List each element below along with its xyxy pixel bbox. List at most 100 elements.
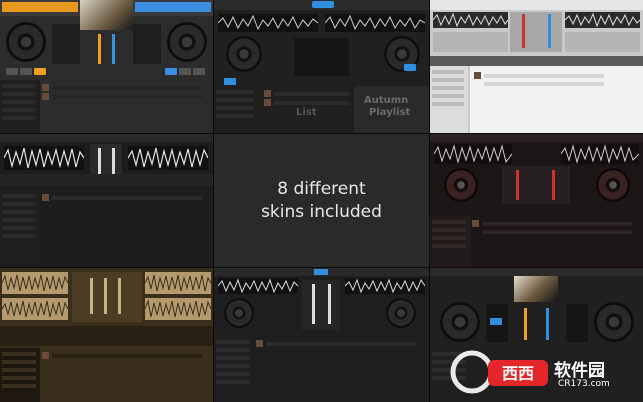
tile2-sidebar-row[interactable] — [216, 98, 254, 102]
tile1-pad-active[interactable] — [165, 68, 177, 75]
tile3-track-row[interactable] — [484, 82, 604, 86]
tile2-pad[interactable] — [224, 78, 236, 85]
tile7-sidebar-row[interactable] — [216, 348, 250, 352]
tile3-toolbar — [430, 56, 643, 66]
tile5-track-thumb — [472, 220, 479, 227]
tile4-fader[interactable] — [98, 148, 101, 176]
tile2-track-row[interactable] — [274, 101, 349, 105]
tile7-sidebar-row[interactable] — [216, 356, 250, 360]
skin-tile-6 — [0, 268, 213, 402]
tile4-sidebar-row[interactable] — [2, 234, 36, 238]
tile1-pad[interactable] — [193, 68, 205, 75]
tile1-track-row[interactable] — [52, 95, 202, 99]
jog-wheel-left[interactable] — [444, 168, 478, 202]
tile3-sidebar-row[interactable] — [432, 86, 464, 90]
tile5-sidebar-row[interactable] — [432, 236, 466, 240]
jog-wheel-right[interactable] — [167, 22, 207, 62]
tile6-sidebar-row[interactable] — [2, 368, 36, 372]
tile5-sidebar-row[interactable] — [432, 220, 466, 224]
tile3-sidebar-row[interactable] — [432, 102, 464, 106]
tile4-sidebar-row[interactable] — [2, 202, 36, 206]
autumn-subtitle: Playlist — [369, 107, 411, 118]
tile1-sidebar-row[interactable] — [2, 108, 36, 112]
tile1-pad-active[interactable] — [34, 68, 46, 75]
tile2-sidebar-row[interactable] — [216, 106, 254, 110]
tile3-sidebar-row[interactable] — [432, 78, 464, 82]
tile1-deck-a-title — [2, 2, 78, 12]
tile7-fader[interactable] — [312, 284, 315, 324]
tile4-sidebar-row[interactable] — [2, 218, 36, 222]
tile4-sidebar-row[interactable] — [2, 226, 36, 230]
tile5-sidebar-row[interactable] — [432, 244, 466, 248]
tile2-track-row[interactable] — [274, 92, 349, 96]
tile7-sidebar-row[interactable] — [216, 372, 250, 376]
tile7-fader[interactable] — [328, 284, 331, 324]
tile7-sidebar-row[interactable] — [216, 340, 250, 344]
tile3-deck-panel-left — [433, 32, 508, 52]
tile1-pad[interactable] — [179, 68, 191, 75]
tile6-fader[interactable] — [104, 278, 107, 314]
skin-tile-7 — [214, 268, 429, 402]
tile1-track-row[interactable] — [52, 86, 202, 90]
tile6-sidebar-row[interactable] — [2, 384, 36, 388]
tile2-pad[interactable] — [404, 64, 416, 71]
tile8-fader-a[interactable] — [524, 308, 527, 340]
tile1-fader-b[interactable] — [112, 34, 115, 64]
tile6-sidebar-row[interactable] — [2, 352, 36, 356]
video-thumbnail — [514, 276, 558, 302]
tile1-track-thumb — [42, 93, 49, 100]
jog-wheel-right[interactable] — [594, 302, 634, 342]
tile6-fader[interactable] — [90, 278, 93, 314]
tile8-fader-b[interactable] — [546, 308, 549, 340]
jog-wheel-right[interactable] — [596, 168, 630, 202]
jog-wheel-left[interactable] — [6, 22, 46, 62]
tile2-sidebar-row[interactable] — [216, 114, 254, 118]
tile6-sidebar-row[interactable] — [2, 360, 36, 364]
skin-tile-4 — [0, 134, 213, 267]
tile1-sidebar-row[interactable] — [2, 84, 36, 88]
tile5-fader[interactable] — [516, 170, 519, 200]
tile1-sidebar-row[interactable] — [2, 100, 36, 104]
tile7-track-row[interactable] — [266, 342, 416, 346]
tile1-sidebar-row[interactable] — [2, 92, 36, 96]
tile8-header — [430, 268, 643, 276]
grid-divider — [0, 267, 643, 268]
tile5-track-row[interactable] — [482, 222, 632, 226]
tile4-fader[interactable] — [112, 148, 115, 176]
tile3-fader[interactable] — [522, 14, 525, 48]
video-thumbnail — [80, 0, 133, 30]
jog-wheel-left[interactable] — [224, 298, 254, 328]
tile3-fader[interactable] — [548, 14, 551, 48]
tile8-pad[interactable] — [490, 318, 502, 325]
tile4-sidebar-row[interactable] — [2, 194, 36, 198]
tile3-sidebar-row[interactable] — [432, 70, 464, 74]
tile5-fader[interactable] — [552, 170, 555, 200]
tile1-pad[interactable] — [6, 68, 18, 75]
jog-wheel-left[interactable] — [226, 36, 262, 72]
tile5-sidebar-row[interactable] — [432, 228, 466, 232]
tile6-waveform-right-bottom — [145, 298, 211, 320]
jog-wheel-left[interactable] — [440, 302, 480, 342]
tile2-sidebar-row[interactable] — [216, 90, 254, 94]
tile6-track-row[interactable] — [52, 354, 202, 358]
tile4-sidebar-row[interactable] — [2, 210, 36, 214]
watermark-brand-url: CR173.com — [558, 379, 610, 389]
tile4-track-row[interactable] — [52, 196, 202, 200]
tile7-sidebar-row[interactable] — [216, 364, 250, 368]
tile6-fader[interactable] — [118, 278, 121, 314]
tile3-header — [430, 0, 643, 10]
tile6-sidebar-row[interactable] — [2, 376, 36, 380]
tile1-pad-panel-left — [52, 24, 80, 64]
tile7-sidebar-row[interactable] — [216, 380, 250, 384]
skin-tile-2: Autumn Playlist List — [214, 0, 429, 133]
tile3-sidebar-row[interactable] — [432, 94, 464, 98]
tile5-track-row[interactable] — [482, 230, 632, 234]
tile1-fader-a[interactable] — [98, 34, 101, 64]
jog-wheel-right[interactable] — [386, 298, 416, 328]
skin-tile-3 — [430, 0, 643, 133]
tile7-sidebar — [214, 336, 254, 402]
tile1-pad[interactable] — [20, 68, 32, 75]
tile3-track-row[interactable] — [484, 74, 604, 78]
tile1-sidebar-row[interactable] — [2, 116, 36, 120]
tile4-waveform-left — [4, 146, 84, 170]
